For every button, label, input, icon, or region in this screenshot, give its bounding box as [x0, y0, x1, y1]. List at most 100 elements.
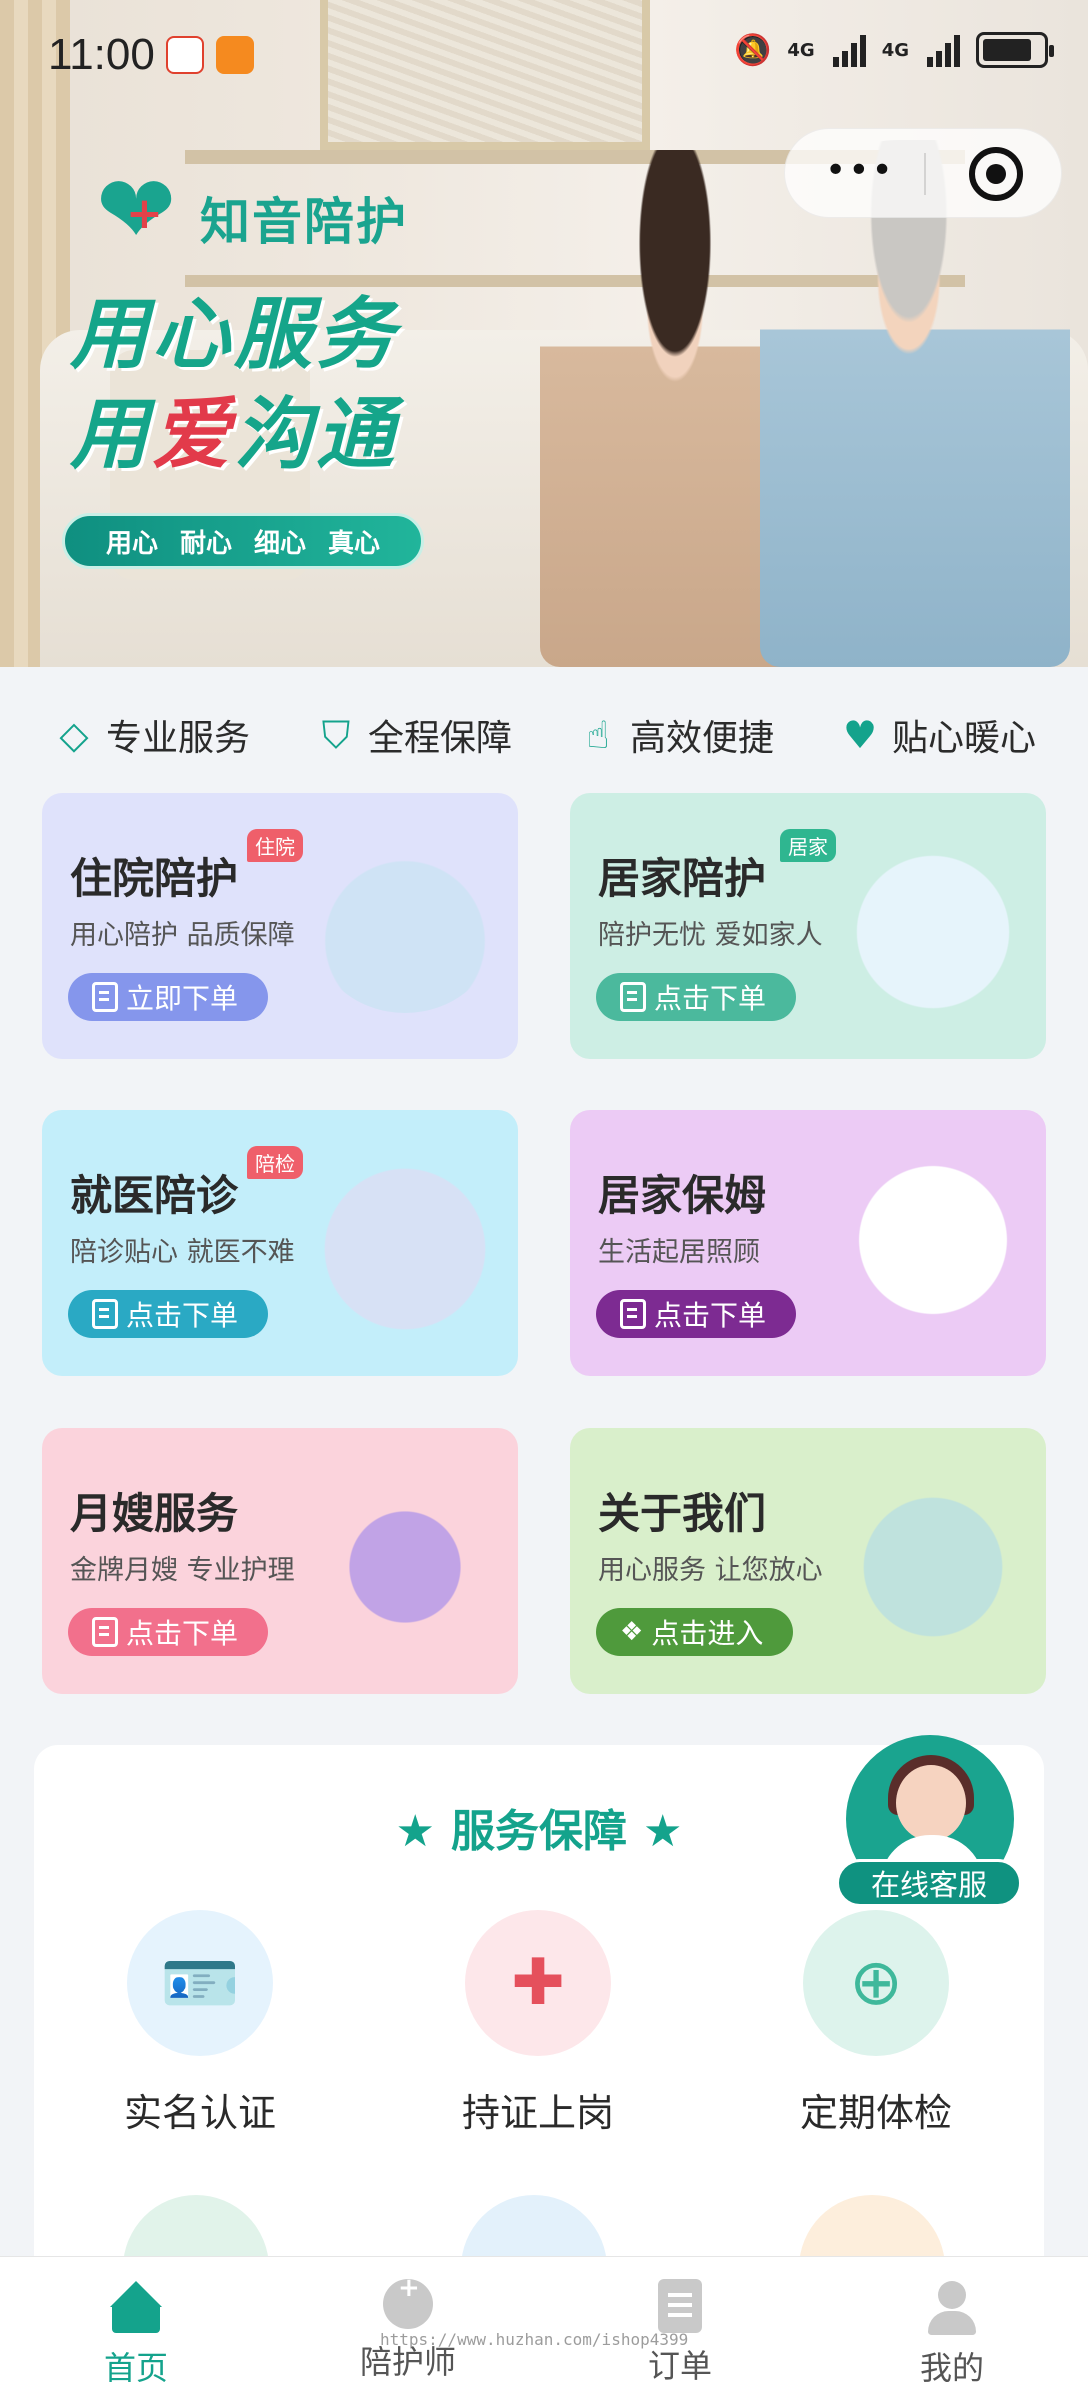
network-label-2: 4G: [881, 39, 909, 61]
feature-label: 贴心暖心: [891, 718, 1036, 759]
virtue-item: 细心: [254, 528, 307, 559]
elder-photo: [760, 140, 1070, 667]
guarantee-label: 持证上岗: [461, 2091, 614, 2135]
card-maternity-service[interactable]: 月嫂服务 金牌月嫂 专业护理 点击下单: [42, 1428, 518, 1694]
hero-slogan: 用心服务 用爱沟通: [70, 285, 398, 485]
touch-icon: ☝: [586, 713, 610, 757]
virtue-pill: 用心 耐心 细心 真心: [62, 513, 424, 569]
order-button[interactable]: 点击下单: [68, 1290, 269, 1338]
feature-strip: ◇ 专业服务 ⛉ 全程保障 ☝ 高效便捷 ♥ 贴心暖心: [0, 700, 1088, 770]
card-title: 居家陪护: [598, 854, 767, 903]
card-subtitle: 生活起居照顾: [598, 1237, 760, 1268]
tab-label: 我的: [919, 2349, 984, 2387]
section-title-text: 服务保障: [451, 1806, 627, 1857]
card-subtitle: 陪诊贴心 就医不难: [70, 1237, 295, 1268]
notification-app-icon: [216, 36, 254, 74]
card-badge: 陪检: [247, 1146, 303, 1179]
mute-bell-icon: 🔕: [734, 32, 772, 68]
id-card-icon: 🪪: [127, 1910, 273, 2056]
customer-service-label: 在线客服: [836, 1859, 1022, 1907]
order-form-icon: [92, 1299, 118, 1329]
card-badge: 居家: [780, 829, 836, 862]
more-menu-icon[interactable]: •••: [825, 151, 895, 191]
tab-profile[interactable]: 我的: [816, 2257, 1088, 2400]
online-customer-service[interactable]: 在线客服: [836, 1735, 1026, 1913]
nurse-icon: [383, 2273, 433, 2329]
star-icon: ★: [395, 1806, 435, 1857]
button-label: 点击下单: [654, 1299, 767, 1332]
order-form-icon: [92, 982, 118, 1012]
virtue-item: 耐心: [179, 528, 232, 559]
feature-caring: ♥ 贴心暖心: [838, 709, 1036, 761]
medical-kit-icon: ⊕: [803, 1910, 949, 2056]
button-label: 点击下单: [126, 1299, 239, 1332]
card-home-care[interactable]: 居家陪护 居家 陪护无忧 爱如家人 点击下单: [570, 793, 1046, 1059]
order-icon: [658, 2279, 702, 2333]
heart-cross-icon: [96, 162, 188, 258]
feature-professional: ◇ 专业服务: [52, 709, 250, 761]
battery-icon: [976, 32, 1054, 68]
diamond-icon: ◇: [59, 713, 89, 757]
wheelchair-escort-illustration: [310, 1150, 500, 1330]
card-subtitle: 用心服务 让您放心: [598, 1555, 823, 1586]
brand-name: 知音陪护: [200, 193, 408, 251]
guarantee-certified[interactable]: ✚ 持证上岗: [438, 1910, 638, 2137]
order-button[interactable]: 点击下单: [68, 1608, 269, 1656]
order-form-icon: [620, 982, 646, 1012]
card-subtitle: 用心陪护 品质保障: [70, 920, 295, 951]
order-form-icon: [92, 1617, 118, 1647]
miniprogram-capsule[interactable]: •••: [784, 128, 1062, 218]
button-label: 点击进入: [651, 1617, 764, 1650]
virtue-item: 用心: [105, 528, 158, 559]
button-label: 立即下单: [126, 982, 239, 1015]
card-title: 就医陪诊: [70, 1171, 239, 1220]
heart-icon: ♥: [842, 713, 878, 757]
slogan-highlight: 爱: [152, 390, 235, 480]
profile-icon: [924, 2279, 980, 2335]
status-time: 11:00: [48, 30, 155, 79]
mother-baby-illustration: [310, 1468, 500, 1648]
order-now-button[interactable]: 立即下单: [68, 973, 269, 1021]
hospital-ward-illustration: [310, 833, 500, 1013]
tab-home[interactable]: 首页: [0, 2257, 272, 2400]
hero-banner[interactable]: 11:00 🔕 4G 4G ••• 知音陪护 用心服务 用爱沟通 用心 耐心 细…: [0, 0, 1088, 667]
slogan-prefix: 用: [70, 390, 153, 480]
button-label: 点击下单: [126, 1617, 239, 1650]
card-inpatient-care[interactable]: 住院陪护 住院 用心陪护 品质保障 立即下单: [42, 793, 518, 1059]
order-form-icon: [620, 1299, 646, 1329]
status-bar: 11:00 🔕 4G 4G: [0, 0, 1088, 110]
tab-orders[interactable]: 订单: [544, 2257, 816, 2400]
home-care-illustration: [838, 833, 1028, 1013]
nurse-cap-icon: ✚: [465, 1910, 611, 2056]
virtue-item: 真心: [328, 528, 381, 559]
button-label: 点击下单: [654, 982, 767, 1015]
tab-label: 首页: [103, 2349, 168, 2387]
order-button[interactable]: 点击下单: [596, 1290, 797, 1338]
tab-caregivers[interactable]: 陪护师: [272, 2257, 544, 2400]
agent-face: [896, 1765, 966, 1841]
card-home-nanny[interactable]: 居家保姆 生活起居照顾 点击下单: [570, 1110, 1046, 1376]
feature-label: 高效便捷: [629, 718, 774, 759]
feature-label: 专业服务: [105, 718, 250, 759]
guarantee-checkup[interactable]: ⊕ 定期体检: [776, 1910, 976, 2137]
card-about-us[interactable]: 关于我们 用心服务 让您放心 ❖ 点击进入: [570, 1428, 1046, 1694]
signal-icon-2: [927, 33, 960, 67]
home-icon: [108, 2279, 164, 2335]
kitchen-nanny-illustration: [838, 1150, 1028, 1330]
card-medical-escort[interactable]: 就医陪诊 陪检 陪诊贴心 就医不难 点击下单: [42, 1110, 518, 1376]
watermark-text: https://www.huzhan.com/ishop4399: [380, 2330, 689, 2349]
card-subtitle: 金牌月嫂 专业护理: [70, 1555, 295, 1586]
enter-button[interactable]: ❖ 点击进入: [596, 1608, 794, 1656]
slogan-line-2: 用爱沟通: [70, 385, 398, 485]
feature-protection: ⛉ 全程保障: [314, 709, 512, 761]
shield-icon: ⛉: [321, 712, 351, 757]
status-icons: 🔕 4G 4G: [734, 32, 1054, 68]
order-button[interactable]: 点击下单: [596, 973, 797, 1021]
signal-icon-1: [832, 33, 866, 67]
guarantee-real-name[interactable]: 🪪 实名认证: [100, 1910, 300, 2137]
brand-logo: 知音陪护: [96, 162, 408, 258]
weibo-app-icon: [166, 36, 204, 74]
close-miniprogram-icon[interactable]: [969, 147, 1023, 201]
card-title: 月嫂服务: [70, 1489, 239, 1538]
card-title: 关于我们: [598, 1489, 767, 1538]
